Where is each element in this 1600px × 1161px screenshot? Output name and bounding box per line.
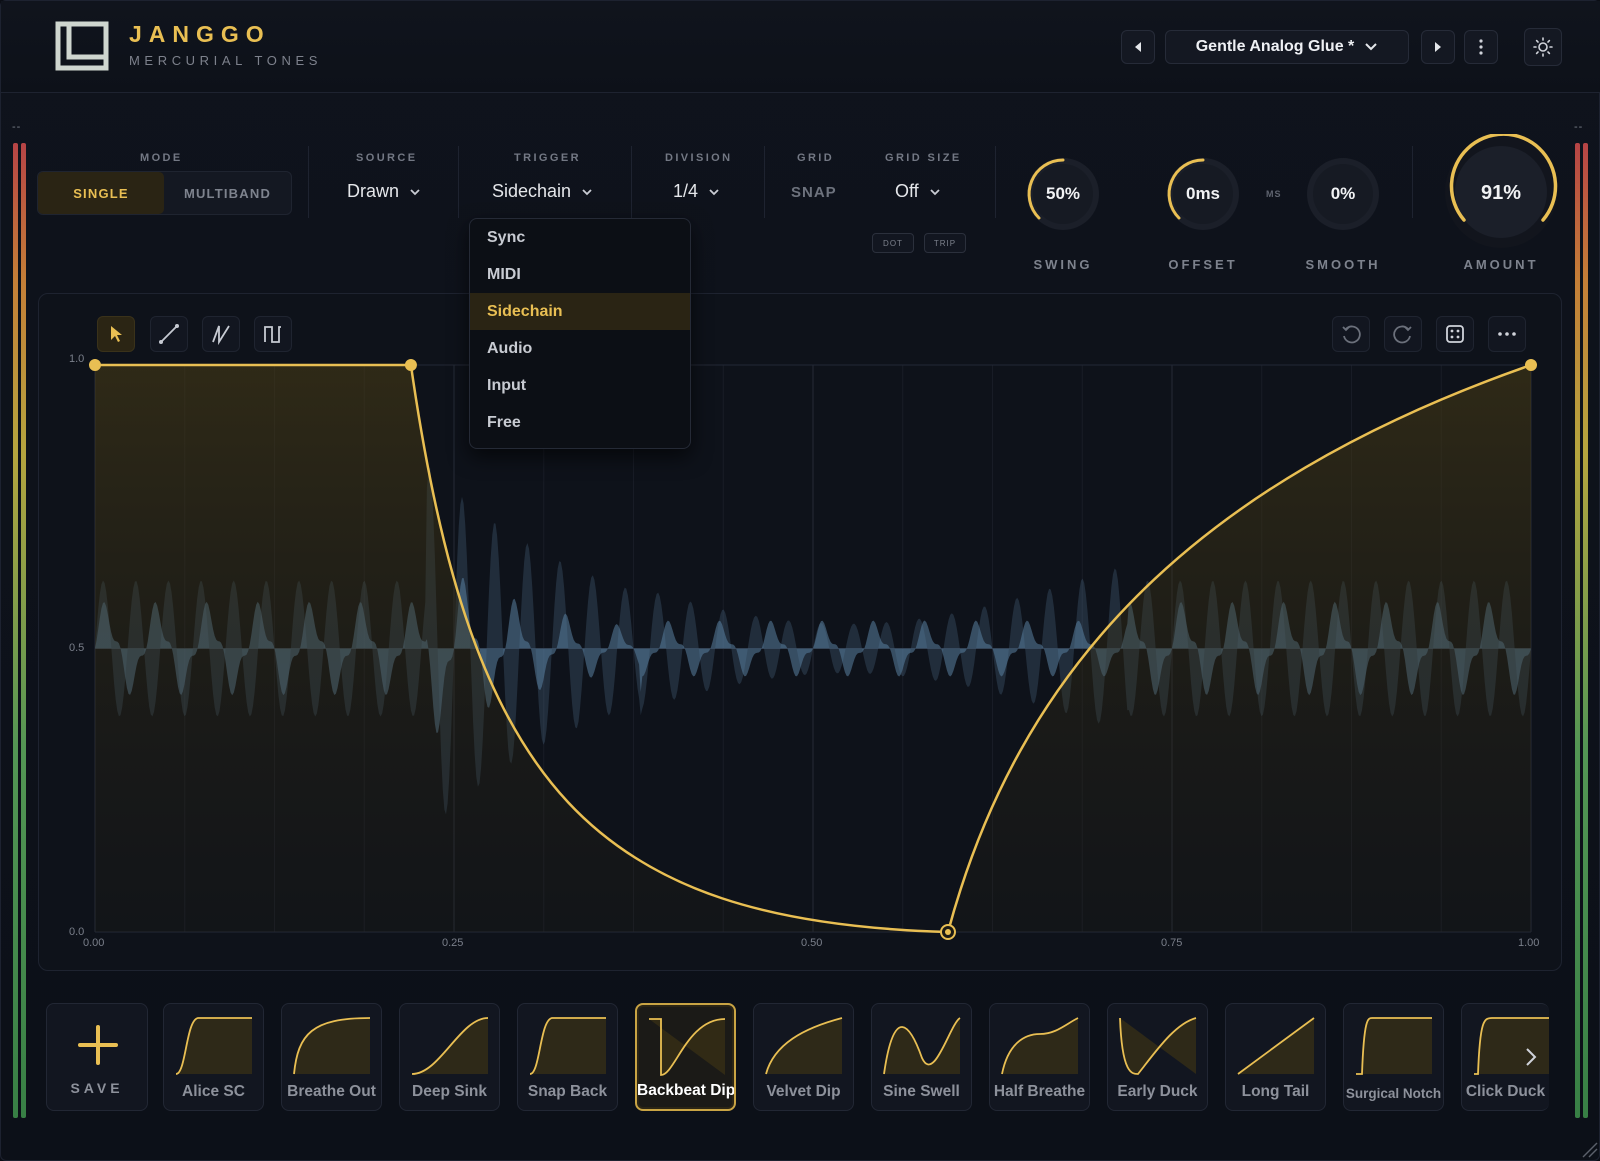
x-tick-label: 0.25 [442, 937, 464, 949]
preset-tile[interactable]: Surgical Notch [1343, 1003, 1444, 1111]
preset-shape-icon [883, 1017, 961, 1075]
x-tick-label: 0.50 [801, 937, 823, 949]
preset-shape-icon [649, 1018, 726, 1076]
preset-shape-icon [1001, 1017, 1079, 1075]
curve-node[interactable] [404, 359, 417, 371]
x-tick-label: 1.00 [1518, 937, 1540, 949]
menu-item-sync[interactable]: Sync [470, 219, 690, 256]
preset-shape-fill [294, 1018, 370, 1074]
menu-item-free[interactable]: Free [470, 404, 690, 441]
menu-item-audio[interactable]: Audio [470, 330, 690, 367]
preset-tile[interactable]: Early Duck [1107, 1003, 1208, 1111]
preset-shape-fill [1120, 1018, 1196, 1074]
preset-tile[interactable]: Long Tail [1225, 1003, 1326, 1111]
preset-shape-icon [175, 1017, 252, 1075]
y-tick-label: 0.0 [69, 926, 85, 938]
menu-item-input[interactable]: Input [470, 367, 690, 404]
curve-node[interactable] [1525, 359, 1537, 371]
preset-name: Alice SC [182, 1083, 245, 1100]
preset-tile[interactable]: Half Breathe [989, 1003, 1090, 1111]
preset-shape-icon [1119, 1017, 1197, 1075]
preset-tile[interactable]: Snap Back [517, 1003, 618, 1111]
save-label: SAVE [70, 1080, 124, 1096]
save-preset-button[interactable]: SAVE [46, 1003, 148, 1111]
preset-name: Surgical Notch [1345, 1086, 1442, 1101]
preset-name: Breathe Out [287, 1083, 376, 1100]
preset-name: Snap Back [527, 1083, 608, 1100]
preset-shape-fill [530, 1018, 606, 1074]
curve-node[interactable] [89, 359, 101, 371]
preset-shape-fill [176, 1018, 252, 1074]
preset-tile[interactable]: Breathe Out [281, 1003, 382, 1111]
preset-shape-icon [1237, 1017, 1315, 1075]
curve-node-center [944, 929, 951, 935]
scroll-right-icon[interactable] [1524, 1046, 1538, 1068]
preset-shape-icon [1356, 1017, 1432, 1075]
preset-shape-fill [766, 1018, 842, 1074]
x-tick-label: 0.00 [83, 937, 105, 949]
preset-shape-fill [1356, 1018, 1432, 1074]
preset-tile[interactable]: Backbeat Dip [635, 1003, 736, 1111]
preset-name: Early Duck [1117, 1083, 1198, 1100]
menu-item-sidechain[interactable]: Sidechain [470, 293, 690, 330]
preset-tile[interactable]: Velvet Dip [753, 1003, 854, 1111]
preset-shape-icon [529, 1017, 606, 1075]
resize-handle-icon[interactable] [1579, 1139, 1599, 1159]
y-tick-label: 0.5 [69, 642, 85, 654]
plugin-window: JANGGO MERCURIAL TONES Gentle Analog Glu… [0, 0, 1600, 1161]
preset-tile[interactable]: Sine Swell [871, 1003, 972, 1111]
menu-item-midi[interactable]: MIDI [470, 256, 690, 293]
preset-tile[interactable]: Alice SC [163, 1003, 264, 1111]
preset-shape-icon [293, 1017, 371, 1075]
y-tick-label: 1.0 [69, 353, 85, 365]
preset-name: Half Breathe [993, 1083, 1086, 1100]
preset-name: Velvet Dip [766, 1083, 841, 1100]
preset-tile[interactable]: Deep Sink [399, 1003, 500, 1111]
preset-name: Long Tail [1241, 1083, 1310, 1100]
x-tick-label: 0.75 [1161, 937, 1183, 949]
plus-icon [78, 1025, 118, 1065]
preset-shape-icon [765, 1017, 843, 1075]
trigger-menu: Sync MIDI Sidechain Audio Input Free [469, 218, 691, 449]
preset-shape-fill [884, 1018, 960, 1074]
preset-name: Backbeat Dip [637, 1082, 734, 1099]
preset-name: Sine Swell [883, 1083, 960, 1100]
preset-shape-icon [411, 1017, 489, 1075]
preset-name: Click Duck [1465, 1083, 1546, 1100]
preset-name: Deep Sink [412, 1083, 487, 1100]
envelope-graph[interactable] [1, 1, 1600, 1161]
